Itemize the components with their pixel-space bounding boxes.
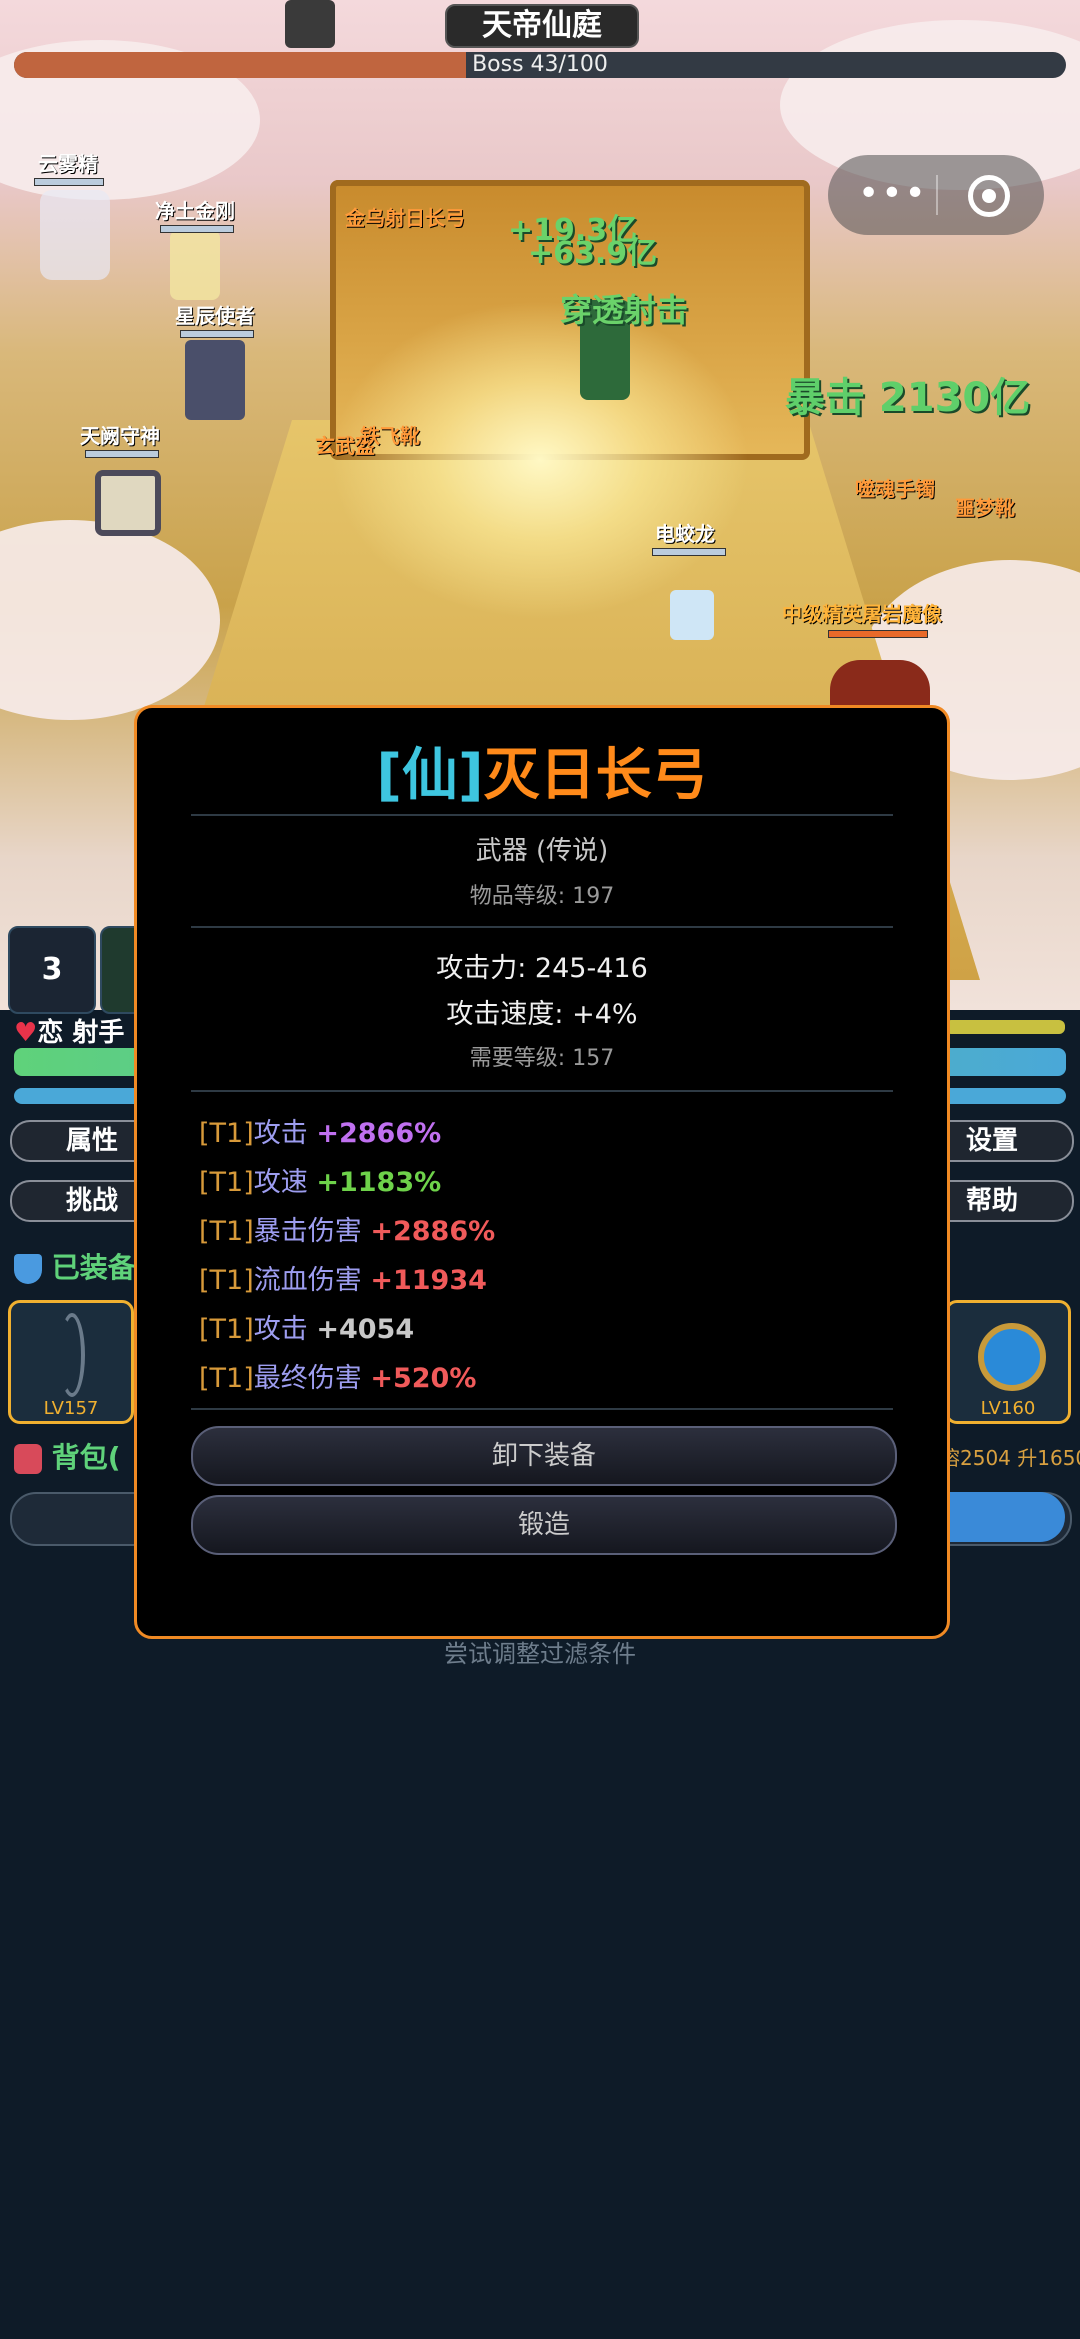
affix-row: [T1]流血伤害 +11934	[199, 1258, 487, 1297]
shield-icon	[14, 1254, 42, 1284]
affix-value: +520%	[370, 1363, 477, 1394]
affix-tier: [T1]	[199, 1216, 254, 1247]
affix-name: 攻击	[253, 1314, 308, 1345]
divider	[191, 926, 893, 928]
affix-row: [T1]最终伤害 +520%	[199, 1356, 476, 1395]
lightning-dragon-sprite	[670, 590, 714, 640]
unit-hp-bar	[652, 548, 726, 556]
unit-name: 云雾精	[38, 152, 98, 176]
damage-number: +63.9亿	[528, 236, 658, 271]
affix-value: +11934	[370, 1265, 487, 1296]
unit-name: 净土金刚	[155, 199, 235, 223]
item-detail-modal: [仙]灭日长弓 武器 (传说) 物品等级: 197 攻击力: 245-416 攻…	[134, 705, 950, 1639]
bow-icon	[59, 1313, 85, 1397]
cloud-spirit-sprite	[40, 190, 110, 280]
character-name: ♥恋 射手	[14, 1012, 124, 1049]
cloud	[0, 520, 220, 720]
affix-row: [T1]攻击 +4054	[199, 1307, 414, 1346]
equipped-header: 已装备	[14, 1246, 136, 1286]
vajra-sprite	[170, 230, 220, 300]
item-title: [仙]灭日长弓	[137, 730, 947, 811]
capsule-divider	[936, 175, 938, 215]
gate-guardian-sprite	[95, 470, 161, 536]
unit-hp-bar	[160, 225, 234, 233]
affix-tier: [T1]	[199, 1314, 254, 1345]
bag-stats: 溶2504 升1650	[940, 1446, 1080, 1470]
bag-icon	[14, 1444, 42, 1474]
unequip-button[interactable]: 卸下装备	[191, 1426, 897, 1486]
skill-slot[interactable]: 3	[8, 926, 96, 1014]
affix-name: 攻击	[253, 1118, 308, 1149]
bag-label: 背包(	[51, 1441, 121, 1474]
drop-name[interactable]: 金乌射日长弓	[345, 202, 465, 231]
elite-enemy-name: 中级精英屠岩魔像	[782, 602, 942, 626]
unit-hp-bar	[180, 330, 254, 338]
item-attack: 攻击力: 245-416	[436, 953, 648, 984]
divider	[191, 1408, 893, 1410]
skill-glow	[330, 300, 750, 620]
divider	[191, 814, 893, 816]
boss-progress-label: Boss 43/100	[472, 52, 608, 77]
affix-tier: [T1]	[199, 1265, 254, 1296]
item-rarity-prefix: [仙]	[376, 743, 484, 808]
unit-name: 星辰使者	[175, 304, 255, 328]
unit-name: 天阙守神	[80, 424, 160, 448]
unit-hp-bar	[85, 450, 159, 458]
slot-level: LV157	[43, 1398, 99, 1419]
bag-filter-button[interactable]	[945, 1492, 1065, 1542]
affix-name: 暴击伤害	[253, 1216, 362, 1247]
heart-icon: ♥	[14, 1018, 38, 1048]
star-envoy-sprite	[185, 340, 245, 420]
unit-name: 电蛟龙	[655, 522, 715, 546]
affix-name: 攻速	[253, 1167, 308, 1198]
affix-name: 最终伤害	[253, 1363, 362, 1394]
item-attack-speed: 攻击速度: +4%	[446, 999, 638, 1030]
skill-count: 3	[41, 952, 63, 987]
elite-hp-bar	[828, 630, 928, 638]
exp-bar	[945, 1020, 1065, 1034]
slot-level: LV160	[980, 1398, 1036, 1419]
elite-golem-sprite	[830, 660, 930, 710]
close-target-icon[interactable]	[968, 175, 1010, 217]
divider	[191, 1090, 893, 1092]
affix-tier: [T1]	[199, 1118, 254, 1149]
forge-button[interactable]: 锻造	[191, 1495, 897, 1555]
equip-slot-ring[interactable]: LV160	[945, 1300, 1071, 1424]
affix-value: +1183%	[316, 1167, 442, 1198]
affix-value: +4054	[316, 1314, 415, 1345]
more-icon[interactable]: •••	[858, 173, 928, 214]
crit-text: 暴击 2130亿	[785, 375, 1031, 421]
bag-header: 背包(	[14, 1436, 121, 1476]
drop-name[interactable]: 噩梦靴	[955, 492, 1015, 521]
affix-tier: [T1]	[199, 1363, 254, 1394]
item-required-level: 需要等级: 157	[469, 1046, 615, 1071]
item-name: 灭日长弓	[483, 743, 708, 808]
affix-name: 流血伤害	[253, 1265, 362, 1296]
item-level: 物品等级: 197	[469, 884, 615, 909]
equip-slot-weapon[interactable]: LV157	[8, 1300, 134, 1424]
item-type: 武器 (传说)	[475, 836, 609, 866]
miniprogram-capsule: •••	[828, 155, 1044, 235]
skill-name-text: 穿透射击	[560, 291, 689, 329]
empty-hint: 尝试调整过滤条件	[444, 1640, 636, 1668]
ring-icon	[978, 1323, 1046, 1391]
affix-value: +2866%	[316, 1118, 442, 1149]
affix-value: +2886%	[370, 1216, 496, 1247]
character-name-text: 恋 射手	[37, 1018, 125, 1048]
equipped-label: 已装备	[51, 1251, 136, 1284]
stage-title: 天帝仙庭	[445, 4, 639, 48]
affix-row: [T1]攻速 +1183%	[199, 1160, 441, 1199]
drop-name[interactable]: 噬魂手镯	[855, 473, 935, 502]
unit-hp-bar	[34, 178, 104, 186]
boss-progress-bar: Boss 43/100	[14, 52, 1066, 78]
affix-row: [T1]攻击 +2866%	[199, 1111, 441, 1150]
top-unit-sprite	[285, 0, 335, 48]
affix-row: [T1]暴击伤害 +2886%	[199, 1209, 495, 1248]
drop-name[interactable]: 铁飞靴	[360, 420, 420, 449]
affix-tier: [T1]	[199, 1167, 254, 1198]
